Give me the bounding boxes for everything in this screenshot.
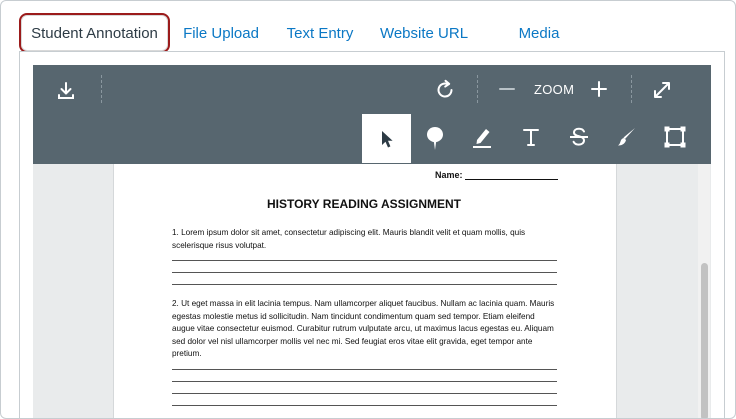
zoom-out-icon	[499, 88, 515, 90]
toolbar-divider	[631, 75, 632, 103]
zoom-in-button[interactable]	[587, 77, 611, 101]
document-title: HISTORY READING ASSIGNMENT	[266, 197, 462, 211]
tab-website-url[interactable]: Website URL	[377, 15, 471, 51]
zoom-in-icon	[591, 81, 607, 97]
text-icon	[523, 129, 539, 146]
download-icon	[58, 82, 74, 99]
pointer-tool-button[interactable]	[362, 114, 411, 163]
name-line	[465, 179, 558, 180]
tab-text-entry[interactable]: Text Entry	[283, 15, 357, 51]
toolbar-divider	[101, 75, 102, 103]
area-icon	[664, 126, 686, 148]
tab-file-upload[interactable]: File Upload	[179, 15, 263, 51]
fullscreen-button[interactable]	[647, 75, 677, 105]
pin-icon	[427, 127, 443, 150]
zoom-out-button[interactable]	[495, 77, 519, 101]
highlight-icon	[473, 129, 491, 148]
draw-tool-button[interactable]	[612, 121, 640, 153]
strikeout-tool-button[interactable]	[565, 121, 593, 153]
highlight-tool-button[interactable]	[468, 121, 496, 153]
scrollbar-thumb[interactable]	[701, 263, 708, 418]
answer-line	[172, 260, 557, 261]
question-2: 2. Ut eget massa in elit lacinia tempus.…	[172, 299, 555, 358]
answer-line	[172, 405, 557, 406]
submission-frame: Student Annotation File Upload Text Entr…	[0, 0, 736, 419]
answer-line	[172, 369, 557, 370]
submission-tabs: Student Annotation File Upload Text Entr…	[1, 1, 735, 53]
area-tool-button[interactable]	[660, 121, 690, 153]
draw-icon	[618, 128, 635, 146]
tab-student-annotation[interactable]: Student Annotation	[19, 13, 170, 53]
zoom-label: ZOOM	[534, 82, 575, 97]
rotate-button[interactable]	[430, 76, 460, 104]
text-tool-button[interactable]	[517, 121, 545, 153]
fullscreen-icon	[654, 82, 670, 98]
download-button[interactable]	[51, 77, 81, 105]
question-1: 1. Lorem ipsum dolor sit amet, consectet…	[172, 228, 526, 250]
answer-line	[172, 381, 557, 382]
answer-line	[172, 393, 557, 394]
answer-line	[172, 272, 557, 273]
tab-media[interactable]: Media	[509, 15, 569, 51]
pin-tool-button[interactable]	[421, 121, 449, 155]
rotate-icon	[437, 79, 453, 98]
name-label: Name:	[435, 170, 463, 180]
answer-line	[172, 284, 557, 285]
toolbar-divider	[477, 75, 478, 103]
strikeout-icon	[570, 127, 588, 146]
pointer-icon	[381, 130, 393, 147]
